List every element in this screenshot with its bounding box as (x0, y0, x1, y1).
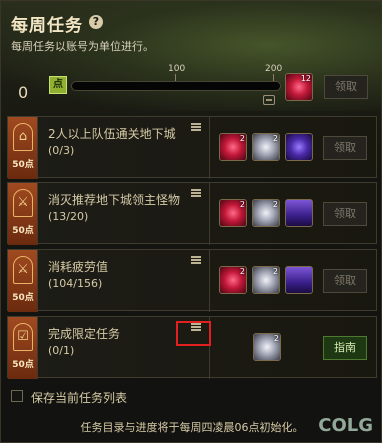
silver-gem-icon[interactable]: 2 (252, 133, 280, 161)
reward-count: 2 (272, 134, 278, 143)
milestone-reward-count: 12 (300, 74, 311, 83)
reward-count: 2 (272, 267, 278, 276)
colg-watermark: COLG (318, 415, 373, 436)
quest-name: 消灭推荐地下城领主怪物 (48, 193, 181, 207)
red-gem-icon[interactable]: 2 (219, 199, 247, 227)
quest-points: 50点 (12, 293, 34, 303)
quest-divider (209, 183, 210, 245)
quest-divider (209, 250, 210, 312)
quest-points-badge: ⚔ 50点 (8, 250, 38, 312)
claim-button[interactable]: 领取 (323, 269, 367, 293)
red-gem-icon[interactable]: 2 (219, 133, 247, 161)
reward-count: 2 (273, 334, 279, 343)
quest-progress: (104/156) (48, 277, 103, 290)
save-list-checkbox[interactable] (11, 390, 23, 402)
quest-row: ⚔ 50点 消灭推荐地下城领主怪物 (13/20) 2 2 领取 (7, 182, 377, 245)
quest-name: 完成限定任务 (48, 327, 121, 341)
red-gem-icon[interactable]: 2 (219, 266, 247, 294)
claim-button[interactable]: 领取 (323, 202, 367, 226)
point-icon: 点 (49, 76, 67, 94)
purple-chest-icon[interactable] (285, 266, 313, 294)
panel-subtitle: 每周任务以账号为单位进行。 (11, 40, 154, 53)
quest-progress: (13/20) (48, 210, 89, 223)
silver-gem-icon[interactable]: 2 (253, 333, 281, 361)
silver-gem-icon[interactable]: 2 (252, 199, 280, 227)
quest-points-badge: ☑ 50点 (8, 317, 38, 379)
quest-progress: (0/3) (48, 144, 75, 157)
quest-type-icon: ⚔ (13, 256, 33, 284)
menu-icon[interactable] (191, 256, 201, 264)
quest-type-icon: ⚔ (13, 189, 33, 217)
quest-name: 2人以上队伍通关地下城 (48, 127, 176, 141)
quest-name: 消耗疲劳值 (48, 260, 109, 274)
milestone-claim-button[interactable]: 领取 (324, 75, 368, 99)
milestone-reward-icon[interactable]: 12 (285, 73, 313, 101)
menu-icon[interactable] (191, 123, 201, 131)
quest-type-icon: ⌂ (13, 123, 33, 151)
claim-button[interactable]: 领取 (323, 136, 367, 160)
help-icon[interactable]: ? (89, 15, 103, 29)
save-list-label: 保存当前任务列表 (31, 391, 128, 405)
reward-count: 2 (239, 200, 245, 209)
quest-row: ⚔ 50点 消耗疲劳值 (104/156) 2 2 领取 (7, 249, 377, 312)
reward-count: 2 (239, 134, 245, 143)
purple-chest-icon[interactable] (285, 199, 313, 227)
reward-count: 2 (239, 267, 245, 276)
quest-points: 50点 (12, 226, 34, 236)
highlight-box (176, 321, 211, 346)
quest-type-icon: ☑ (13, 323, 33, 351)
weekly-quest-panel: 每周任务 ? 每周任务以账号为单位进行。 0 点 100 200 12 领取 ⌂… (0, 0, 382, 443)
lock-icon (263, 95, 275, 105)
guide-button[interactable]: 指南 (323, 336, 367, 360)
tick-mark-100 (175, 74, 176, 81)
points-progress-bar (71, 81, 281, 91)
quest-progress: (0/1) (48, 344, 75, 357)
quest-points-badge: ⚔ 50点 (8, 183, 38, 245)
purple-orb-icon[interactable] (285, 133, 313, 161)
menu-icon[interactable] (191, 189, 201, 197)
silver-gem-icon[interactable]: 2 (252, 266, 280, 294)
tick-label-200: 200 (265, 64, 283, 74)
quest-divider (209, 117, 210, 179)
tick-label-100: 100 (168, 64, 186, 74)
quest-points-badge: ⌂ 50点 (8, 117, 38, 179)
tick-mark-200 (273, 74, 274, 81)
quest-row: ⌂ 50点 2人以上队伍通关地下城 (0/3) 2 2 领取 (7, 116, 377, 179)
points-current: 0 (18, 83, 29, 102)
reward-count: 2 (272, 200, 278, 209)
quest-points: 50点 (12, 360, 34, 370)
quest-points: 50点 (12, 160, 34, 170)
panel-title: 每周任务 (11, 16, 83, 36)
